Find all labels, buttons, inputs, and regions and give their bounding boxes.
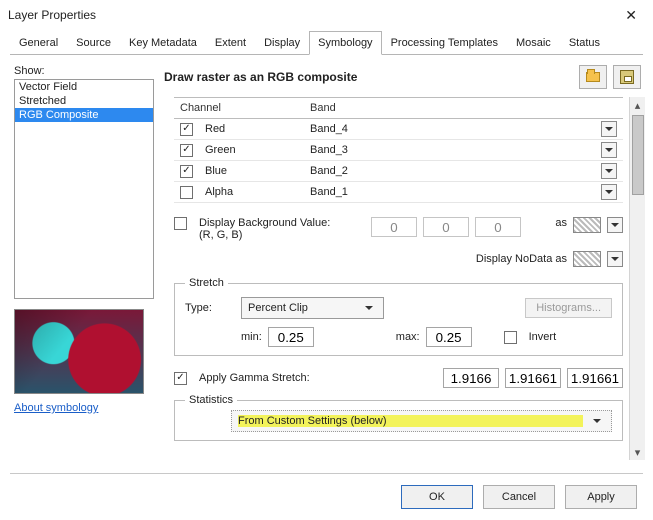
channel-name: Red bbox=[205, 123, 225, 135]
bg-r-input[interactable] bbox=[371, 217, 417, 237]
list-item[interactable]: Vector Field bbox=[15, 80, 153, 94]
gamma-label: Apply Gamma Stretch: bbox=[199, 372, 310, 384]
apply-button[interactable]: Apply bbox=[565, 485, 637, 509]
stretch-min-label: min: bbox=[241, 331, 262, 343]
tab-key-metadata[interactable]: Key Metadata bbox=[120, 31, 206, 55]
window-title: Layer Properties bbox=[8, 8, 617, 22]
stretch-max-input[interactable] bbox=[426, 327, 472, 347]
nodata-color-dropdown[interactable] bbox=[607, 251, 623, 267]
band-dropdown[interactable] bbox=[601, 121, 617, 137]
band-value: Band_2 bbox=[310, 165, 601, 177]
tab-extent[interactable]: Extent bbox=[206, 31, 255, 55]
tab-processing-templates[interactable]: Processing Templates bbox=[382, 31, 507, 55]
save-button[interactable] bbox=[613, 65, 641, 89]
statistics-legend: Statistics bbox=[185, 394, 237, 406]
display-bg-checkbox[interactable] bbox=[174, 217, 187, 230]
channel-checkbox[interactable] bbox=[180, 186, 193, 199]
tab-symbology[interactable]: Symbology bbox=[309, 31, 381, 55]
scroll-up-icon[interactable]: ▴ bbox=[630, 97, 646, 113]
list-item[interactable]: RGB Composite bbox=[15, 108, 153, 122]
display-bg-label: Display Background Value:(R, G, B) bbox=[199, 217, 339, 241]
invert-label: Invert bbox=[529, 331, 557, 343]
stretch-max-label: max: bbox=[396, 331, 420, 343]
channel-name: Alpha bbox=[205, 186, 233, 198]
stretch-type-select[interactable]: Percent Clip bbox=[241, 297, 384, 319]
symbology-list[interactable]: Vector FieldStretchedRGB Composite bbox=[14, 79, 154, 299]
stretch-type-label: Type: bbox=[185, 302, 235, 314]
close-icon[interactable]: ✕ bbox=[617, 3, 645, 28]
nodata-color-swatch[interactable] bbox=[573, 251, 601, 267]
col-header-channel: Channel bbox=[174, 98, 304, 118]
statistics-source-select[interactable]: From Custom Settings (below) bbox=[231, 410, 612, 432]
chevron-down-icon bbox=[361, 300, 377, 316]
disk-icon bbox=[620, 70, 634, 84]
statistics-source-value: From Custom Settings (below) bbox=[238, 415, 583, 427]
scrollbar-thumb[interactable] bbox=[632, 115, 644, 195]
gamma-g-input[interactable] bbox=[505, 368, 561, 388]
table-row: Blue Band_2 bbox=[174, 161, 623, 182]
gamma-checkbox[interactable] bbox=[174, 372, 187, 385]
table-row: Red Band_4 bbox=[174, 119, 623, 140]
band-dropdown[interactable] bbox=[601, 142, 617, 158]
cancel-button[interactable]: Cancel bbox=[483, 485, 555, 509]
table-row: Green Band_3 bbox=[174, 140, 623, 161]
bg-color-swatch[interactable] bbox=[573, 217, 601, 233]
gamma-r-input[interactable] bbox=[443, 368, 499, 388]
table-row: Alpha Band_1 bbox=[174, 182, 623, 203]
band-dropdown[interactable] bbox=[601, 184, 617, 200]
channel-name: Blue bbox=[205, 165, 227, 177]
panel-title: Draw raster as an RGB composite bbox=[164, 70, 573, 84]
bg-g-input[interactable] bbox=[423, 217, 469, 237]
ok-button[interactable]: OK bbox=[401, 485, 473, 509]
channel-band-table: Channel Band Red Band_4 Green Band_3 Blue Ban… bbox=[174, 97, 623, 203]
folder-icon bbox=[586, 72, 600, 82]
band-value: Band_1 bbox=[310, 186, 601, 198]
bg-color-dropdown[interactable] bbox=[607, 217, 623, 233]
tab-display[interactable]: Display bbox=[255, 31, 309, 55]
bg-as-label: as bbox=[555, 217, 567, 229]
scroll-down-icon[interactable]: ▾ bbox=[630, 444, 646, 460]
vertical-scrollbar[interactable]: ▴ ▾ bbox=[629, 97, 645, 460]
channel-checkbox[interactable] bbox=[180, 123, 193, 136]
nodata-label: Display NoData as bbox=[476, 253, 567, 265]
open-folder-button[interactable] bbox=[579, 65, 607, 89]
stretch-group: Stretch Type: Percent Clip Histograms... bbox=[174, 277, 623, 356]
invert-checkbox[interactable] bbox=[504, 331, 517, 344]
bg-b-input[interactable] bbox=[475, 217, 521, 237]
tab-status[interactable]: Status bbox=[560, 31, 609, 55]
preview-thumbnail bbox=[14, 309, 144, 394]
col-header-band: Band bbox=[304, 98, 605, 118]
band-value: Band_4 bbox=[310, 123, 601, 135]
tab-strip: GeneralSourceKey MetadataExtentDisplaySy… bbox=[10, 30, 643, 55]
band-value: Band_3 bbox=[310, 144, 601, 156]
histograms-button[interactable]: Histograms... bbox=[525, 298, 612, 318]
about-symbology-link[interactable]: About symbology bbox=[14, 402, 154, 414]
channel-checkbox[interactable] bbox=[180, 165, 193, 178]
channel-name: Green bbox=[205, 144, 236, 156]
statistics-group: Statistics From Custom Settings (below) bbox=[174, 394, 623, 441]
show-label: Show: bbox=[14, 65, 154, 77]
tab-source[interactable]: Source bbox=[67, 31, 120, 55]
list-item[interactable]: Stretched bbox=[15, 94, 153, 108]
band-dropdown[interactable] bbox=[601, 163, 617, 179]
tab-general[interactable]: General bbox=[10, 31, 67, 55]
tab-mosaic[interactable]: Mosaic bbox=[507, 31, 560, 55]
stretch-type-value: Percent Clip bbox=[248, 302, 355, 314]
stretch-legend: Stretch bbox=[185, 277, 228, 289]
gamma-b-input[interactable] bbox=[567, 368, 623, 388]
chevron-down-icon bbox=[589, 413, 605, 429]
stretch-min-input[interactable] bbox=[268, 327, 314, 347]
channel-checkbox[interactable] bbox=[180, 144, 193, 157]
